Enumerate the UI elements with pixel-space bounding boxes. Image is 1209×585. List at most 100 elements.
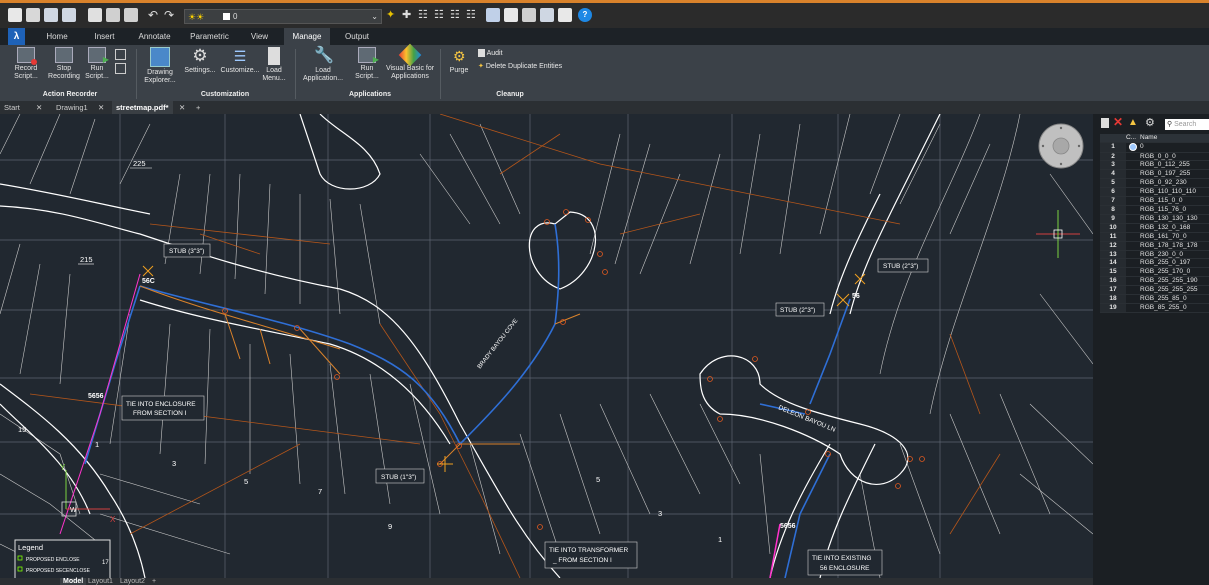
table2-icon[interactable] (558, 8, 572, 22)
ortho-icon[interactable]: ☷ (434, 8, 448, 22)
layer-color-cell[interactable] (1126, 303, 1140, 313)
layer-row[interactable]: 16 RGB_255_255_190 (1100, 276, 1209, 287)
layer-icon[interactable] (504, 8, 518, 22)
lineweight-icon[interactable]: ☷ (466, 8, 480, 22)
layer-row[interactable]: 7 RGB_115_0_0 (1100, 196, 1209, 206)
layer-color-cell[interactable] (1126, 214, 1140, 224)
layer-color-cell[interactable] (1126, 285, 1140, 296)
callout-stub-right2[interactable]: STUB (2"3") (775, 302, 825, 317)
close-icon[interactable]: ✕ (179, 101, 185, 114)
layer-row[interactable]: 2 RGB_0_0_0 (1100, 152, 1209, 162)
layer-name[interactable]: RGB_130_130_130 (1140, 214, 1209, 224)
polar-icon[interactable]: ☷ (450, 8, 464, 22)
layer-row[interactable]: 8 RGB_115_76_0 (1100, 205, 1209, 215)
save-icon[interactable] (44, 8, 58, 22)
layer-row[interactable]: 11 RGB_161_70_0 (1100, 232, 1209, 242)
layer-color-cell[interactable] (1126, 232, 1140, 242)
record-script-button[interactable]: Record Script... (8, 47, 44, 81)
layer-name[interactable]: 0 (1140, 142, 1209, 153)
help-icon[interactable]: ? (578, 8, 592, 22)
plot-icon[interactable] (106, 8, 120, 22)
layer-name[interactable]: RGB_255_255_190 (1140, 276, 1209, 287)
run-app-script-button[interactable]: ▶ Run Script... (350, 47, 384, 81)
layer-row[interactable]: 5 RGB_0_92_230 (1100, 178, 1209, 189)
header-name[interactable]: Name (1140, 134, 1209, 143)
layer-color-cell[interactable] (1126, 205, 1140, 215)
callout-stub-left[interactable]: STUB (3"3") (163, 243, 211, 258)
layer-color-cell[interactable] (1126, 276, 1140, 287)
tab-annotate[interactable]: Annotate (127, 28, 182, 45)
open-icon[interactable] (26, 8, 40, 22)
layer-name[interactable]: RGB_132_0_168 (1140, 223, 1209, 233)
layer-name[interactable]: RGB_115_76_0 (1140, 205, 1209, 215)
add-layout-button[interactable]: + (152, 578, 156, 585)
undo-icon[interactable]: ↶ (148, 8, 162, 22)
layer-row[interactable]: 10 RGB_132_0_168 (1100, 223, 1209, 233)
layer-row[interactable]: 12 RGB_178_178_178 (1100, 241, 1209, 251)
layer-name[interactable]: RGB_0_197_255 (1140, 169, 1209, 180)
run-script-button[interactable]: ▶ Run Script... (82, 47, 112, 81)
layout-tab-layout1[interactable]: Layout1 (88, 578, 113, 585)
layer-name[interactable]: RGB_255_0_197 (1140, 258, 1209, 269)
layer-name[interactable]: RGB_0_92_230 (1140, 178, 1209, 189)
layer-row[interactable]: 17 RGB_255_255_255 (1100, 285, 1209, 296)
layer-search-input[interactable]: ⚲ Search (1165, 119, 1209, 130)
header-color[interactable]: C... (1126, 134, 1140, 143)
close-icon[interactable]: ✕ (98, 101, 104, 114)
layer-color-cell[interactable] (1126, 223, 1140, 233)
layer-row[interactable]: 10 (1100, 142, 1209, 153)
new-icon[interactable] (8, 8, 22, 22)
layer-row[interactable]: 13 RGB_230_0_0 (1100, 250, 1209, 260)
tab-parametric[interactable]: Parametric (182, 28, 237, 45)
grips-icon[interactable]: ✚ (402, 8, 416, 22)
layer-color-cell[interactable] (1126, 169, 1140, 180)
layer-name[interactable]: RGB_110_110_110 (1140, 187, 1209, 198)
layer-name[interactable]: RGB_85_255_0 (1140, 303, 1209, 313)
layer-color-cell[interactable] (1126, 241, 1140, 251)
delete-duplicate-button[interactable]: ✦ Delete Duplicate Entities (478, 62, 562, 70)
layer-color-cell[interactable] (1126, 178, 1140, 189)
doc-tab-start[interactable]: Start (4, 101, 20, 114)
drawing-explorer-button[interactable]: Drawing Explorer... (142, 47, 178, 85)
tab-output[interactable]: Output (332, 28, 382, 45)
layer-color-cell[interactable] (1126, 152, 1140, 162)
customize-button[interactable]: ☰ Customize... (218, 47, 262, 75)
snap-icon[interactable]: ☷ (418, 8, 432, 22)
layer-row[interactable]: 3 RGB_0_112_255 (1100, 160, 1209, 171)
block-icon[interactable] (522, 8, 536, 22)
layer-settings-icon[interactable]: ⚙ (1145, 116, 1155, 129)
doc-tab-drawing1[interactable]: Drawing1 (56, 101, 88, 114)
callout-stub-bottom[interactable]: STUB (1"3") (375, 468, 425, 484)
drawing-svg[interactable]: 225 215 15 1 3 5 7 5 9 3 1 56C 56 5656 5… (0, 114, 1093, 578)
navigation-wheel-icon[interactable] (1038, 123, 1084, 169)
layer-name[interactable]: RGB_0_0_0 (1140, 152, 1209, 162)
vba-button[interactable]: Visual Basic for Applications (384, 43, 436, 81)
match-props-icon[interactable]: ✦ (386, 8, 400, 22)
layer-name[interactable]: RGB_255_85_0 (1140, 294, 1209, 304)
small-script-icon-1[interactable] (115, 49, 126, 60)
small-script-icon-2[interactable] (115, 63, 126, 74)
layer-color-cell[interactable] (1126, 250, 1140, 260)
callout-tie-transformer[interactable]: TIE INTO TRANSFORMER _ FROM SECTION I (544, 541, 638, 569)
layer-name[interactable]: RGB_230_0_0 (1140, 250, 1209, 260)
layout-tab-layout2[interactable]: Layout2 (120, 578, 145, 585)
new-tab-button[interactable]: + (196, 101, 200, 114)
app-logo-icon[interactable]: λ (8, 28, 25, 45)
layer-color-cell[interactable] (1126, 267, 1140, 278)
layer-row[interactable]: 14 RGB_255_0_197 (1100, 258, 1209, 269)
delete-layer-icon[interactable]: ✕ (1113, 115, 1123, 129)
legend-box[interactable]: Legend PROPOSED ENCLOSE 17 PROPOSED SECE… (14, 539, 111, 578)
layer-row[interactable]: 9 RGB_130_130_130 (1100, 214, 1209, 224)
settings-button[interactable]: ⚙ Settings... (180, 47, 220, 75)
layer-row[interactable]: 15 RGB_255_170_0 (1100, 267, 1209, 278)
drawing-canvas[interactable]: 225 215 15 1 3 5 7 5 9 3 1 56C 56 5656 5… (0, 114, 1093, 578)
layer-row[interactable]: 18 RGB_255_85_0 (1100, 294, 1209, 304)
layer-row[interactable]: 19 RGB_85_255_0 (1100, 303, 1209, 313)
layer-color-cell[interactable] (1126, 258, 1140, 269)
saveas-icon[interactable] (62, 8, 76, 22)
callout-tie-existing[interactable]: TIE INTO EXISTING 56 ENCLOSURE (807, 549, 883, 576)
layer-dropdown[interactable]: ☀☀ 0 ⌄ (184, 9, 382, 24)
layer-name[interactable]: RGB_161_70_0 (1140, 232, 1209, 242)
callout-stub-right[interactable]: STUB (2"3") (877, 258, 929, 273)
layer-row[interactable]: 4 RGB_0_197_255 (1100, 169, 1209, 180)
